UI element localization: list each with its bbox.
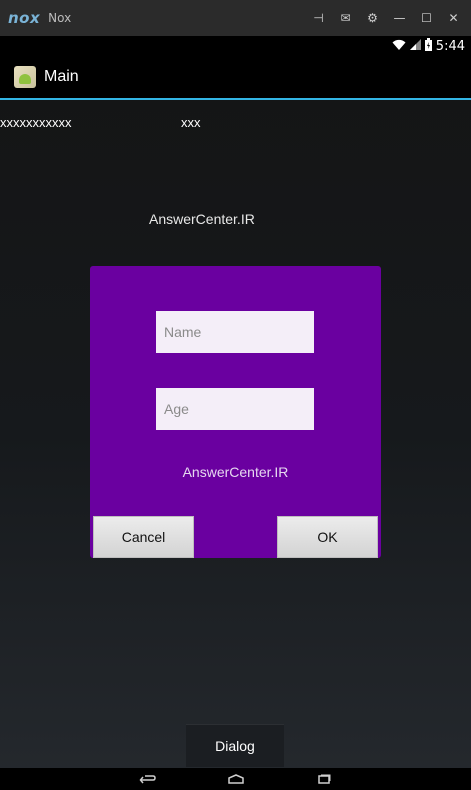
status-bar: 5:44 (0, 36, 471, 56)
answercenter-label: AnswerCenter.IR (149, 211, 255, 227)
navigation-bar (0, 768, 471, 790)
clock: 5:44 (435, 38, 465, 54)
home-icon[interactable] (222, 770, 250, 788)
device-screen: nox Nox ⊣ ✉ ⚙ — ☐ ✕ 5:44 Main xxxxxxxxxx… (0, 0, 471, 790)
cancel-button[interactable]: Cancel (93, 516, 194, 558)
wifi-icon (392, 39, 406, 54)
minimize-icon[interactable]: — (386, 6, 413, 30)
status-icons: 5:44 (392, 36, 465, 56)
age-input[interactable] (156, 388, 314, 430)
dialog-label: AnswerCenter.IR (182, 464, 289, 480)
activity-title: Main (44, 68, 79, 85)
close-icon[interactable]: ✕ (440, 6, 467, 30)
maximize-icon[interactable]: ☐ (413, 6, 440, 30)
settings-icon[interactable]: ⚙ (359, 6, 386, 30)
emulator-controls: ⊣ ✉ ⚙ — ☐ ✕ (305, 0, 467, 36)
dialog-button[interactable]: Dialog (186, 724, 284, 767)
name-input[interactable] (156, 311, 314, 353)
action-bar: Main (0, 56, 471, 100)
battery-icon (424, 37, 432, 55)
pin-icon[interactable]: ⊣ (305, 6, 332, 30)
recents-icon[interactable] (310, 770, 338, 788)
emulator-title: Nox (48, 11, 72, 25)
mail-icon[interactable]: ✉ (332, 6, 359, 30)
input-dialog: AnswerCenter.IR Cancel OK (90, 266, 381, 558)
back-icon[interactable] (134, 770, 162, 788)
nox-logo: nox (8, 9, 41, 27)
ok-button[interactable]: OK (277, 516, 378, 558)
app-android-icon[interactable] (14, 66, 36, 88)
signal-icon (409, 38, 421, 54)
emulator-title-bar: nox Nox ⊣ ✉ ⚙ — ☐ ✕ (0, 0, 471, 36)
text-view-2: xxx (181, 115, 201, 130)
text-view-1: xxxxxxxxxxx (0, 115, 72, 130)
